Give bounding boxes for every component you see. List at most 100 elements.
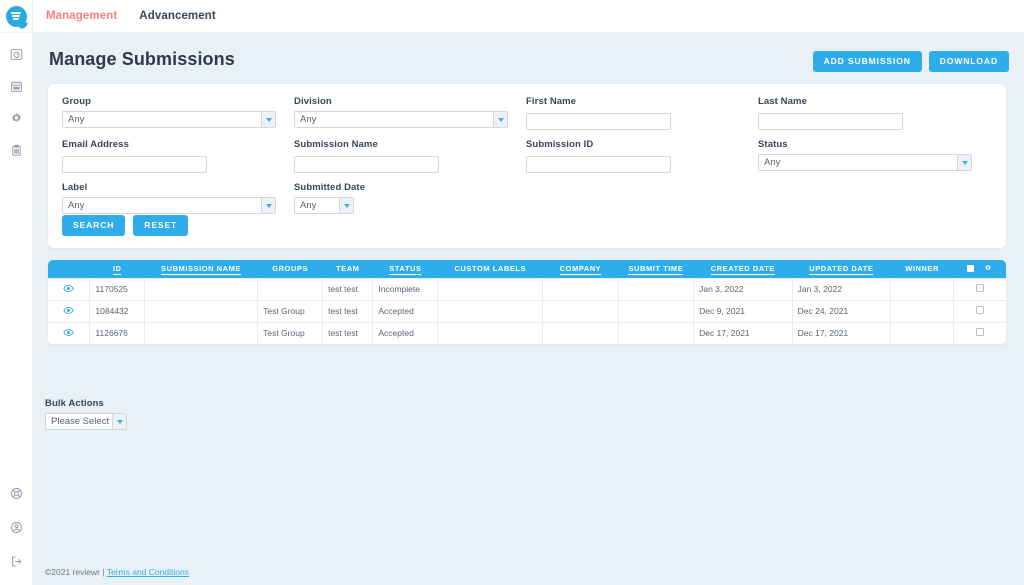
row-select-cell[interactable] (953, 277, 1006, 300)
submission-id-input[interactable] (526, 156, 671, 173)
eye-icon[interactable] (63, 327, 74, 340)
filter-first-name: First Name (526, 96, 758, 130)
row-select-cell[interactable] (953, 299, 1006, 322)
cell-submit_time (618, 277, 695, 300)
cell-id: 1126676 (89, 321, 145, 344)
eye-icon[interactable] (63, 305, 74, 318)
filter-group: Group Any (62, 96, 294, 130)
last-name-input[interactable] (758, 113, 903, 130)
gear-icon[interactable] (5, 108, 27, 128)
reset-button[interactable]: RESET (133, 215, 189, 236)
bulk-actions: Bulk Actions Please Select (45, 398, 127, 430)
cell-groups: Test Group (257, 299, 324, 322)
filter-action-buttons: SEARCH RESET (62, 215, 189, 236)
row-view-action[interactable] (48, 277, 91, 300)
dashboard-gauge-icon[interactable] (5, 44, 27, 64)
table-row[interactable]: 1084432 Test Group test test Accepted Dec 9,… (48, 299, 1006, 322)
submission-name-input[interactable] (294, 156, 439, 173)
filter-status-select[interactable]: Any (758, 154, 972, 171)
cell-team: test test (322, 321, 374, 344)
page-action-buttons: ADD SUBMISSION DOWNLOAD (812, 51, 1009, 72)
search-button[interactable]: SEARCH (62, 215, 126, 236)
first-name-input[interactable] (526, 113, 671, 130)
cell-winner (890, 299, 954, 322)
row-checkbox[interactable] (976, 284, 984, 292)
row-view-action[interactable] (48, 299, 91, 322)
row-select-cell[interactable] (953, 321, 1006, 344)
calendar-icon[interactable] (5, 76, 27, 96)
table-body: 1170525 test test Incomplete Jan 3, 2022 Jan… (48, 277, 1006, 344)
col-winner: WINNER (890, 260, 954, 278)
cell-labels (437, 277, 544, 300)
cell-updated: Dec 17, 2021 (792, 321, 892, 344)
top-navigation-bar: Management Advancement (33, 0, 1024, 33)
terms-and-conditions-link[interactable]: Terms and Conditions (107, 567, 189, 577)
eye-icon[interactable] (63, 283, 74, 296)
filter-group-value: Any (68, 114, 85, 125)
row-checkbox[interactable] (976, 328, 984, 337)
filter-spacer-1 (526, 182, 758, 214)
submissions-table-container: ID SUBMISSION NAME GROUPS TEAM STATUS CU… (48, 260, 1006, 344)
cell-groups: Test Group (257, 321, 324, 344)
cell-id: 1084432 (89, 299, 145, 322)
filter-group-label: Group (62, 96, 91, 107)
chevron-down-icon (112, 414, 126, 429)
cell-updated: Jan 3, 2022 (792, 277, 892, 300)
filter-submission-id-label: Submission ID (526, 139, 594, 150)
col-company[interactable]: COMPANY (542, 260, 619, 278)
table-row[interactable]: 1126676 Test Group test test Accepted Dec 17… (48, 321, 1006, 344)
cell-team: test test (322, 299, 374, 322)
filter-division-value: Any (300, 114, 317, 125)
cell-team: test test (322, 277, 374, 300)
table-row[interactable]: 1170525 test test Incomplete Jan 3, 2022 Jan… (48, 277, 1006, 300)
filter-submitted-date-select[interactable]: Any (294, 197, 354, 214)
filter-division-select[interactable]: Any (294, 111, 508, 128)
chevron-down-icon (493, 112, 507, 127)
table-settings-gear-icon[interactable] (984, 264, 992, 274)
chevron-down-icon (339, 198, 353, 213)
bulk-actions-select[interactable]: Please Select (45, 413, 127, 430)
clipboard-icon[interactable] (5, 140, 27, 160)
chevron-down-icon (957, 155, 971, 170)
user-circle-icon[interactable] (5, 517, 27, 537)
filter-submitted-date-label: Submitted Date (294, 182, 366, 193)
email-address-input[interactable] (62, 156, 207, 173)
filter-last-name-label: Last Name (758, 96, 807, 107)
filter-submission-name: Submission Name (294, 139, 526, 173)
filter-panel: Group Any Division Any First Name Last N… (48, 84, 1006, 248)
sidebar-secondary-nav (5, 483, 27, 571)
row-view-action[interactable] (48, 321, 91, 344)
col-created-date[interactable]: CREATED DATE (693, 260, 793, 278)
filter-label-select[interactable]: Any (62, 197, 276, 214)
col-submission-name[interactable]: SUBMISSION NAME (144, 260, 258, 278)
footer: ©2021 reviewr | Terms and Conditions (45, 567, 189, 577)
app-logo[interactable] (0, 0, 33, 33)
nav-tab-management[interactable]: Management (46, 10, 117, 22)
filter-label: Label Any (62, 182, 294, 214)
col-submit-time[interactable]: SUBMIT TIME (618, 260, 694, 278)
cell-submit_time (618, 299, 695, 322)
row-checkbox[interactable] (976, 306, 984, 314)
cell-status: Incomplete (372, 277, 439, 300)
add-submission-button[interactable]: ADD SUBMISSION (812, 51, 922, 72)
col-status[interactable]: STATUS (372, 260, 438, 278)
filter-status-label: Status (758, 139, 788, 150)
download-button[interactable]: DOWNLOAD (928, 51, 1009, 72)
col-team: TEAM (322, 260, 373, 278)
col-custom-labels: CUSTOM LABELS (437, 260, 543, 278)
col-actions (48, 260, 90, 278)
filter-first-name-label: First Name (526, 96, 577, 107)
filter-submission-name-label: Submission Name (294, 139, 378, 150)
cell-labels (437, 299, 544, 322)
select-all-checkbox-icon[interactable] (967, 265, 975, 273)
nav-tab-advancement[interactable]: Advancement (139, 10, 216, 22)
col-updated-date[interactable]: UPDATED DATE (792, 260, 891, 278)
logout-icon[interactable] (5, 551, 27, 571)
filter-label-label: Label (62, 182, 88, 193)
help-circle-icon[interactable] (5, 483, 27, 503)
cell-company (542, 277, 619, 300)
filter-submission-id: Submission ID (526, 139, 758, 173)
col-id[interactable]: ID (89, 260, 145, 278)
cell-updated: Dec 24, 2021 (792, 299, 892, 322)
filter-group-select[interactable]: Any (62, 111, 276, 128)
